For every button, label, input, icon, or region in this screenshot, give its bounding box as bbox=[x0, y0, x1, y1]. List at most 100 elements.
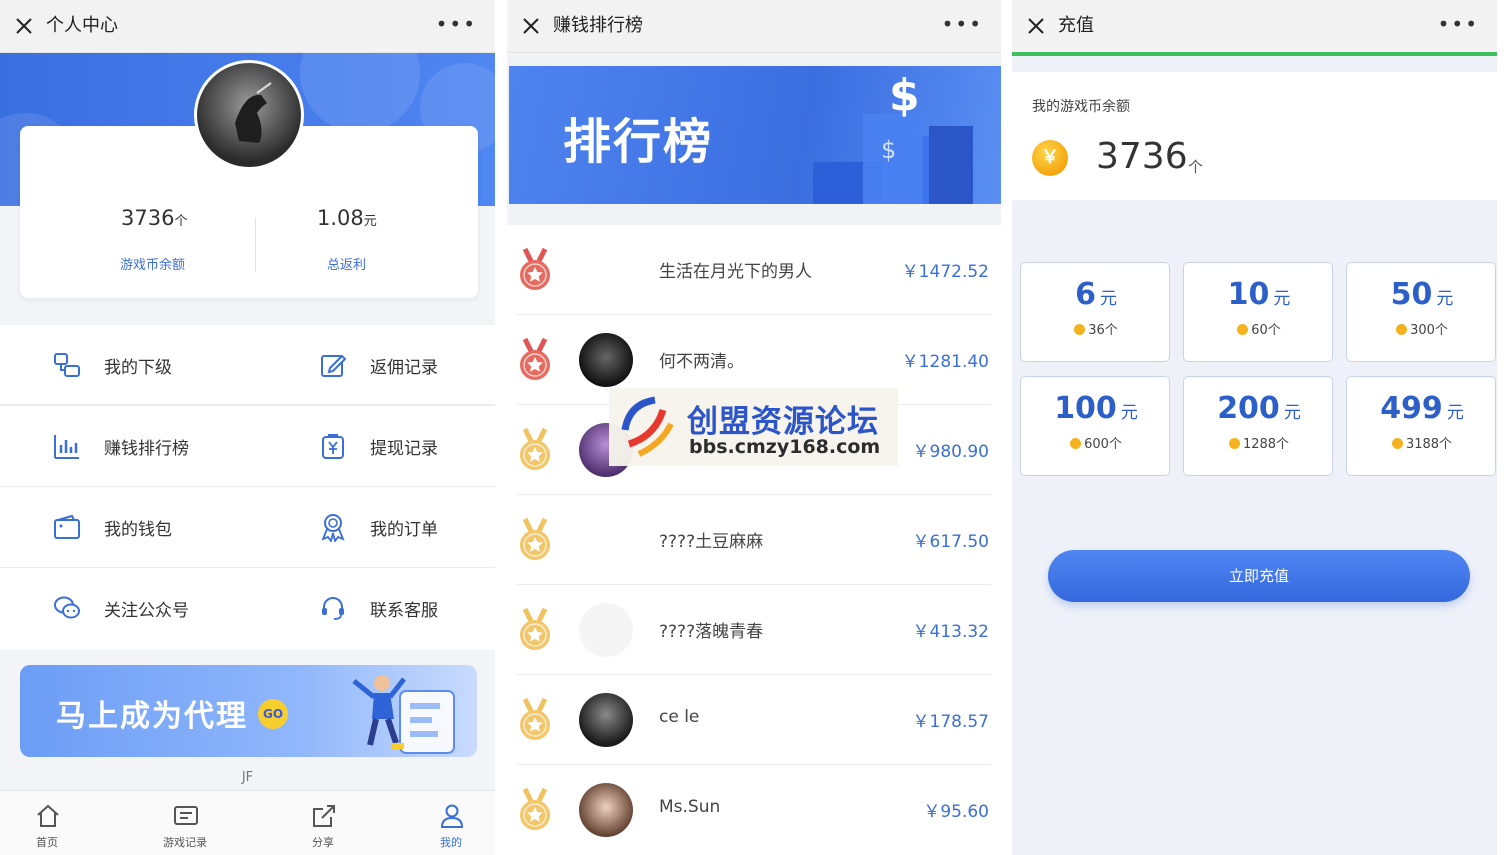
dollar-cubes-icon: $ $ bbox=[813, 70, 973, 204]
watermark-url: bbs.cmzy168.com bbox=[689, 436, 881, 458]
tab-game-records[interactable]: 游戏记录 bbox=[140, 791, 230, 855]
share-icon bbox=[313, 805, 335, 827]
ranking-row[interactable]: ce le ￥178.57 bbox=[507, 675, 1001, 765]
ranking-row[interactable]: Ms.Sun ￥95.60 bbox=[507, 765, 1001, 855]
recharge-option[interactable]: 6 元 36个 bbox=[1020, 262, 1170, 362]
wallet-icon bbox=[54, 514, 80, 539]
menu-item-ranking[interactable]: 赚钱排行榜 bbox=[52, 406, 189, 486]
user-name: 何不两清。 bbox=[659, 352, 744, 372]
menu-item-commission[interactable]: 返佣记录 bbox=[318, 325, 438, 405]
tab-share[interactable]: 分享 bbox=[278, 791, 368, 855]
agent-illustration-icon bbox=[352, 675, 455, 754]
ranking-row[interactable]: 生活在月光下的男人 ￥1472.52 bbox=[507, 225, 1001, 315]
recharge-now-button[interactable]: 立即充值 bbox=[1048, 550, 1470, 602]
avatar[interactable] bbox=[579, 603, 633, 657]
user-name: ce le bbox=[659, 707, 700, 727]
rebate-label[interactable]: 总返利 bbox=[327, 254, 366, 273]
avatar[interactable] bbox=[579, 693, 633, 747]
menu-item-orders[interactable]: 我的订单 bbox=[318, 487, 438, 567]
ranking-banner: 排行榜 $ $ bbox=[509, 66, 1001, 204]
option-coins: 300个 bbox=[1347, 319, 1497, 338]
earning-amount: ￥95.60 bbox=[923, 802, 989, 822]
earning-amount: ￥413.32 bbox=[912, 622, 989, 642]
option-coins: 3188个 bbox=[1347, 433, 1497, 452]
users-icon bbox=[54, 353, 80, 377]
progress-fill bbox=[1012, 52, 1497, 56]
balance-label: 我的游戏币余额 bbox=[1032, 99, 1130, 115]
price-unit: 元 bbox=[1283, 403, 1301, 423]
menu-item-follow[interactable]: 关注公众号 bbox=[52, 568, 189, 648]
earning-amount: ￥1281.40 bbox=[901, 352, 989, 372]
close-icon[interactable] bbox=[1026, 16, 1046, 36]
option-coins: 60个 bbox=[1184, 319, 1334, 338]
menu-item-withdraw[interactable]: 提现记录 bbox=[318, 406, 438, 486]
headset-icon bbox=[322, 597, 344, 620]
option-price: 6元 bbox=[1021, 277, 1171, 312]
page-load-progress bbox=[1012, 52, 1497, 56]
balance-card: 我的游戏币余额 ￥ 3736 个 bbox=[1012, 72, 1497, 200]
coin-icon bbox=[1074, 324, 1086, 335]
page-title: 赚钱排行榜 bbox=[553, 15, 643, 36]
menu-item-wallet[interactable]: 我的钱包 bbox=[52, 487, 172, 567]
agent-promo-banner[interactable]: 马上成为代理 GO bbox=[20, 665, 477, 757]
price-value: 10 bbox=[1227, 277, 1270, 312]
avatar[interactable] bbox=[579, 513, 633, 567]
close-icon[interactable] bbox=[14, 16, 34, 36]
recharge-option[interactable]: 50 元 300个 bbox=[1346, 262, 1496, 362]
avatar[interactable] bbox=[579, 243, 633, 297]
option-price: 10 元 bbox=[1184, 277, 1334, 312]
bottom-tab-bar: 首页 游戏记录 分享 我的 bbox=[0, 790, 495, 855]
coin-icon bbox=[1070, 438, 1082, 449]
option-coins: 1288个 bbox=[1184, 433, 1334, 452]
recharge-option[interactable]: 100 元 600个 bbox=[1020, 376, 1170, 476]
tab-home[interactable]: 首页 bbox=[2, 791, 92, 855]
balance-unit: 个 bbox=[1188, 158, 1204, 176]
coin-amount: 600个 bbox=[1084, 437, 1122, 452]
menu-item-subordinates[interactable]: 我的下级 bbox=[52, 325, 172, 405]
title-bar: 充值 ••• bbox=[1012, 0, 1497, 53]
balance-label[interactable]: 游戏币余额 bbox=[120, 254, 185, 273]
banner-text: 马上成为代理 bbox=[56, 699, 248, 734]
ranking-row[interactable]: ????落魄青春 ￥413.32 bbox=[507, 585, 1001, 675]
option-price: 100 元 bbox=[1021, 391, 1171, 426]
menu-item-support[interactable]: 联系客服 bbox=[318, 568, 438, 648]
menu-label: 返佣记录 bbox=[370, 357, 438, 378]
page-title: 个人中心 bbox=[46, 15, 118, 36]
menu-label: 联系客服 bbox=[370, 600, 438, 621]
coin-amount: 300个 bbox=[1410, 323, 1448, 338]
menu-label: 我的下级 bbox=[104, 357, 172, 378]
profile-screen: 个人中心 ••• 3736个 游戏币余额 1.08元 总返利 我的下级 返佣记录 bbox=[0, 0, 495, 855]
more-icon[interactable]: ••• bbox=[942, 14, 983, 34]
option-coins: 600个 bbox=[1021, 433, 1171, 452]
banner-title: 排行榜 bbox=[563, 114, 714, 170]
ranking-row[interactable]: ????土豆麻麻 ￥617.50 bbox=[507, 495, 1001, 585]
gold-medal-icon bbox=[520, 427, 550, 470]
watermark: 创盟资源论坛 bbs.cmzy168.com bbox=[609, 388, 898, 466]
avatar[interactable] bbox=[579, 783, 633, 837]
price-unit: 元 bbox=[1120, 403, 1138, 423]
avatar[interactable] bbox=[194, 60, 304, 170]
coin-icon bbox=[1228, 438, 1240, 449]
price-value: 499 bbox=[1380, 391, 1443, 426]
recharge-option[interactable]: 200 元 1288个 bbox=[1183, 376, 1333, 476]
gold-medal-icon bbox=[520, 607, 550, 650]
user-name: ????土豆麻麻 bbox=[659, 532, 764, 552]
coin-amount: 36个 bbox=[1088, 323, 1118, 338]
option-price: 499 元 bbox=[1347, 391, 1497, 426]
menu-row: 关注公众号 联系客服 bbox=[0, 568, 495, 648]
more-icon[interactable]: ••• bbox=[436, 14, 477, 34]
avatar[interactable] bbox=[579, 333, 633, 387]
more-icon[interactable]: ••• bbox=[1438, 14, 1479, 34]
recharge-option[interactable]: 499 元 3188个 bbox=[1346, 376, 1496, 476]
earning-amount: ￥1472.52 bbox=[901, 262, 989, 282]
price-value: 200 bbox=[1217, 391, 1280, 426]
close-icon[interactable] bbox=[521, 16, 541, 36]
coin-amount: 60个 bbox=[1251, 323, 1281, 338]
svg-text:$: $ bbox=[889, 70, 920, 121]
recharge-option[interactable]: 10 元 60个 bbox=[1183, 262, 1333, 362]
gold-medal-icon bbox=[520, 787, 550, 830]
price-value: 6 bbox=[1075, 277, 1096, 312]
wechat-icon bbox=[54, 596, 80, 619]
tab-mine[interactable]: 我的 bbox=[406, 791, 495, 855]
badge-icon bbox=[321, 514, 345, 542]
